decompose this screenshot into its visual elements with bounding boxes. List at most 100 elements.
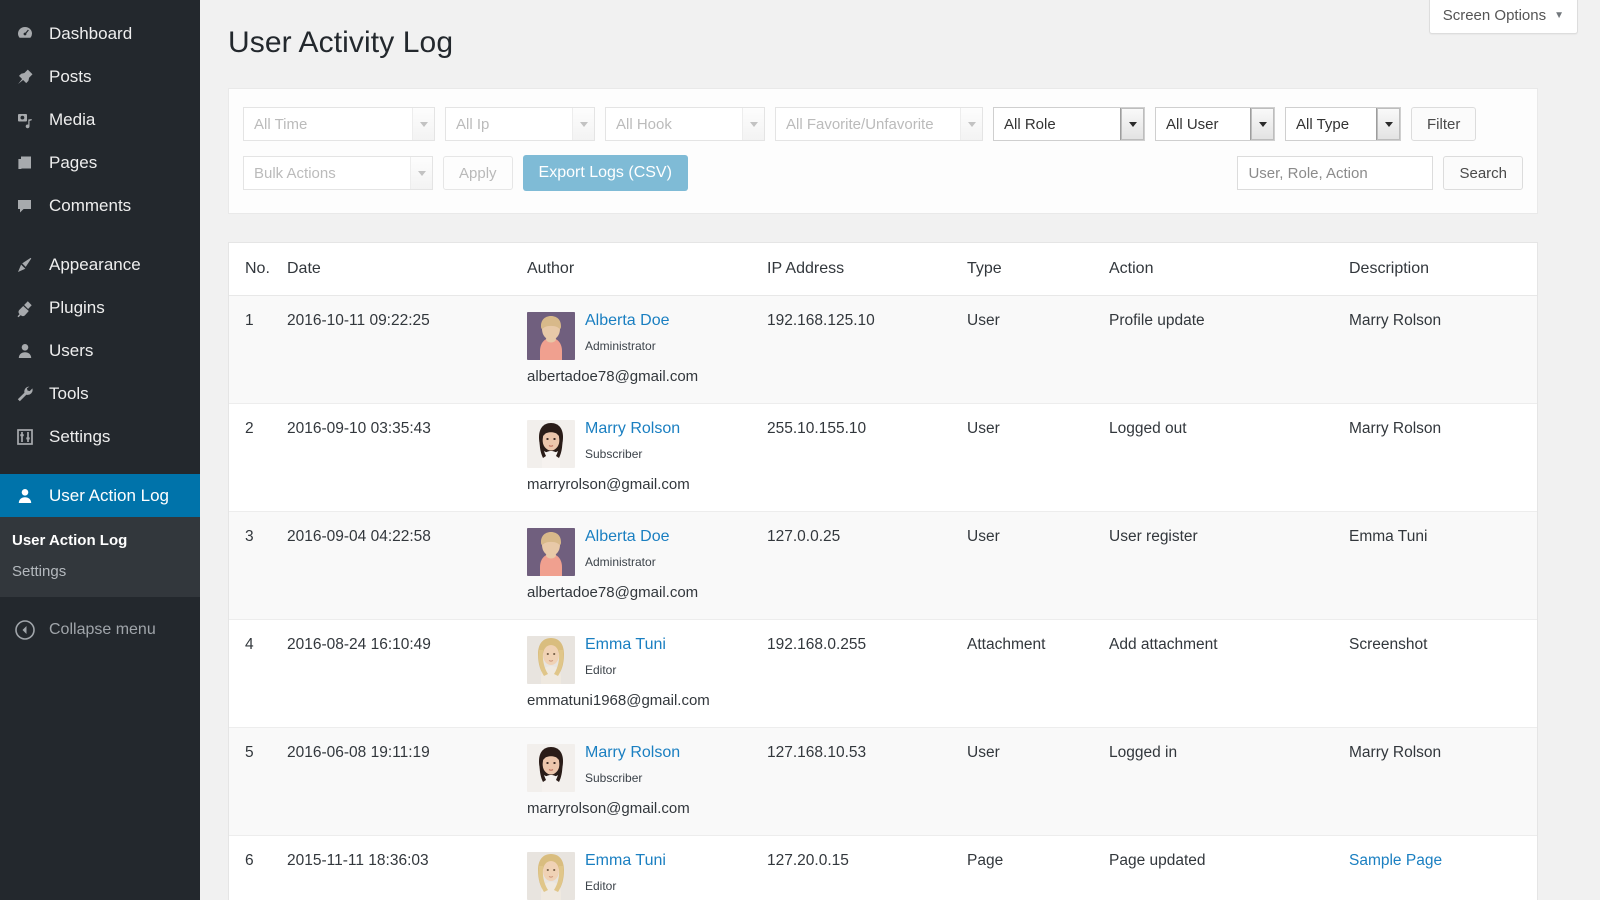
cell-type: User [967, 295, 1109, 404]
submenu-item-user-action-log[interactable]: User Action Log [0, 525, 200, 556]
author-name-link[interactable]: Emma Tuni [585, 636, 666, 653]
avatar [527, 528, 575, 576]
filter-ip-label: All Ip [456, 115, 490, 133]
chevron-down-icon [1120, 108, 1144, 140]
cell-ip-address: 255.10.155.10 [767, 403, 967, 512]
bulk-actions-select[interactable]: Bulk Actions [243, 156, 433, 190]
table-row: 6 2015-11-11 18:36:03 Emma Tuni Editor e… [229, 835, 1537, 900]
author-name-link[interactable]: Emma Tuni [585, 852, 666, 869]
sidebar-item-media[interactable]: Media [0, 98, 200, 141]
table-header-row: No. Date Author IP Address Type Action Descrip… [229, 243, 1537, 296]
author-meta: Emma Tuni Editor [585, 852, 666, 893]
cell-action: Logged in [1109, 727, 1349, 836]
chevron-down-icon [742, 108, 764, 140]
column-header-type[interactable]: Type [967, 243, 1109, 296]
user-icon [10, 341, 40, 361]
sidebar-item-pages[interactable]: Pages [0, 141, 200, 184]
column-header-no[interactable]: No. [229, 243, 287, 296]
dashboard-icon [10, 24, 40, 44]
filter-favorite[interactable]: All Favorite/Unfavorite [775, 107, 983, 141]
filter-row-actions: Bulk Actions Apply Export Logs (CSV) Sea… [243, 155, 1523, 191]
filter-ip[interactable]: All Ip [445, 107, 595, 141]
filter-hook[interactable]: All Hook [605, 107, 765, 141]
author-name-link[interactable]: Marry Rolson [585, 420, 680, 437]
table-row: 5 2016-06-08 19:11:19 Marry Rolson Subsc… [229, 727, 1537, 836]
sidebar-item-label: Media [49, 109, 96, 129]
sidebar-item-user-action-log[interactable]: User Action Log [0, 474, 200, 517]
cell-action: Logged out [1109, 403, 1349, 512]
cell-no: 5 [229, 727, 287, 836]
sidebar-item-plugins[interactable]: Plugins [0, 286, 200, 329]
plug-icon [10, 298, 40, 318]
admin-screen: Dashboard Posts Media Pages Comments Appearan… [0, 0, 1600, 900]
filter-row-selects: All Time All Ip All Hook All Favorite/Unfav… [243, 107, 1523, 141]
sidebar-item-appearance[interactable]: Appearance [0, 243, 200, 286]
filter-type[interactable]: All Type [1285, 107, 1401, 141]
author-role: Administrator [585, 339, 656, 353]
sidebar-item-users[interactable]: Users [0, 329, 200, 372]
column-header-date[interactable]: Date [287, 243, 527, 296]
sidebar-item-label: Settings [49, 426, 111, 446]
filter-button[interactable]: Filter [1411, 107, 1477, 141]
author-name-link[interactable]: Alberta Doe [585, 312, 670, 329]
cell-date: 2016-06-08 19:11:19 [287, 727, 527, 836]
filter-user[interactable]: All User [1155, 107, 1275, 141]
cell-no: 4 [229, 619, 287, 728]
table-row: 3 2016-09-04 04:22:58 Alberta Doe Admini… [229, 511, 1537, 620]
author-meta: Marry Rolson Subscriber [585, 744, 680, 785]
collapse-arrow-icon [10, 620, 40, 640]
sliders-icon [10, 427, 40, 447]
cell-no: 1 [229, 295, 287, 404]
author-email: albertadoe78@gmail.com [527, 584, 699, 601]
sidebar-item-dashboard[interactable]: Dashboard [0, 12, 200, 55]
author-email: albertadoe78@gmail.com [527, 368, 699, 385]
author-role: Editor [585, 663, 617, 677]
column-header-action[interactable]: Action [1109, 243, 1349, 296]
sidebar-item-tools[interactable]: Tools [0, 372, 200, 415]
column-header-author[interactable]: Author [527, 243, 767, 296]
avatar [527, 636, 575, 684]
collapse-menu-button[interactable]: Collapse menu [0, 607, 200, 653]
author-meta: Alberta Doe Administrator [585, 312, 670, 353]
sidebar-item-label: Appearance [49, 254, 141, 274]
filter-time[interactable]: All Time [243, 107, 435, 141]
activity-log-table: No. Date Author IP Address Type Action Descrip… [228, 242, 1538, 900]
cell-date: 2016-08-24 16:10:49 [287, 619, 527, 728]
sidebar-separator [0, 458, 200, 474]
column-header-description[interactable]: Description [1349, 243, 1537, 296]
cell-author: Alberta Doe Administrator albertadoe78@g… [527, 511, 767, 620]
search-input[interactable] [1237, 156, 1434, 190]
author-name-link[interactable]: Alberta Doe [585, 528, 670, 545]
filter-role[interactable]: All Role [993, 107, 1145, 141]
cell-action: Add attachment [1109, 619, 1349, 728]
bulk-actions-label: Bulk Actions [254, 164, 336, 182]
table-row: 2 2016-09-10 03:35:43 Marry Rolson Subsc… [229, 403, 1537, 512]
cell-ip-address: 192.168.0.255 [767, 619, 967, 728]
cell-type: User [967, 727, 1109, 836]
table-row: 1 2016-10-11 09:22:25 Alberta Doe Admini… [229, 295, 1537, 404]
apply-button[interactable]: Apply [443, 156, 513, 190]
author-name-link[interactable]: Marry Rolson [585, 744, 680, 761]
cell-date: 2016-09-04 04:22:58 [287, 511, 527, 620]
export-logs-button[interactable]: Export Logs (CSV) [522, 155, 688, 191]
search-button[interactable]: Search [1443, 156, 1523, 190]
sidebar-item-settings[interactable]: Settings [0, 415, 200, 458]
sidebar-item-posts[interactable]: Posts [0, 55, 200, 98]
author-email: marryrolson@gmail.com [527, 800, 690, 817]
author-role: Administrator [585, 555, 656, 569]
author-block: Alberta Doe Administrator [527, 528, 767, 576]
avatar [527, 852, 575, 900]
avatar [527, 420, 575, 468]
sidebar-item-comments[interactable]: Comments [0, 184, 200, 227]
filter-favorite-label: All Favorite/Unfavorite [786, 115, 934, 133]
cell-ip-address: 192.168.125.10 [767, 295, 967, 404]
author-meta: Marry Rolson Subscriber [585, 420, 680, 461]
author-role: Editor [585, 879, 617, 893]
cell-description[interactable]: Sample Page [1349, 835, 1537, 900]
submenu-item-settings[interactable]: Settings [0, 556, 200, 587]
filter-hook-label: All Hook [616, 115, 672, 133]
column-header-ip-address[interactable]: IP Address [767, 243, 967, 296]
pin-icon [10, 67, 40, 87]
author-meta: Alberta Doe Administrator [585, 528, 670, 569]
screen-options-button[interactable]: Screen Options ▼ [1428, 0, 1578, 34]
